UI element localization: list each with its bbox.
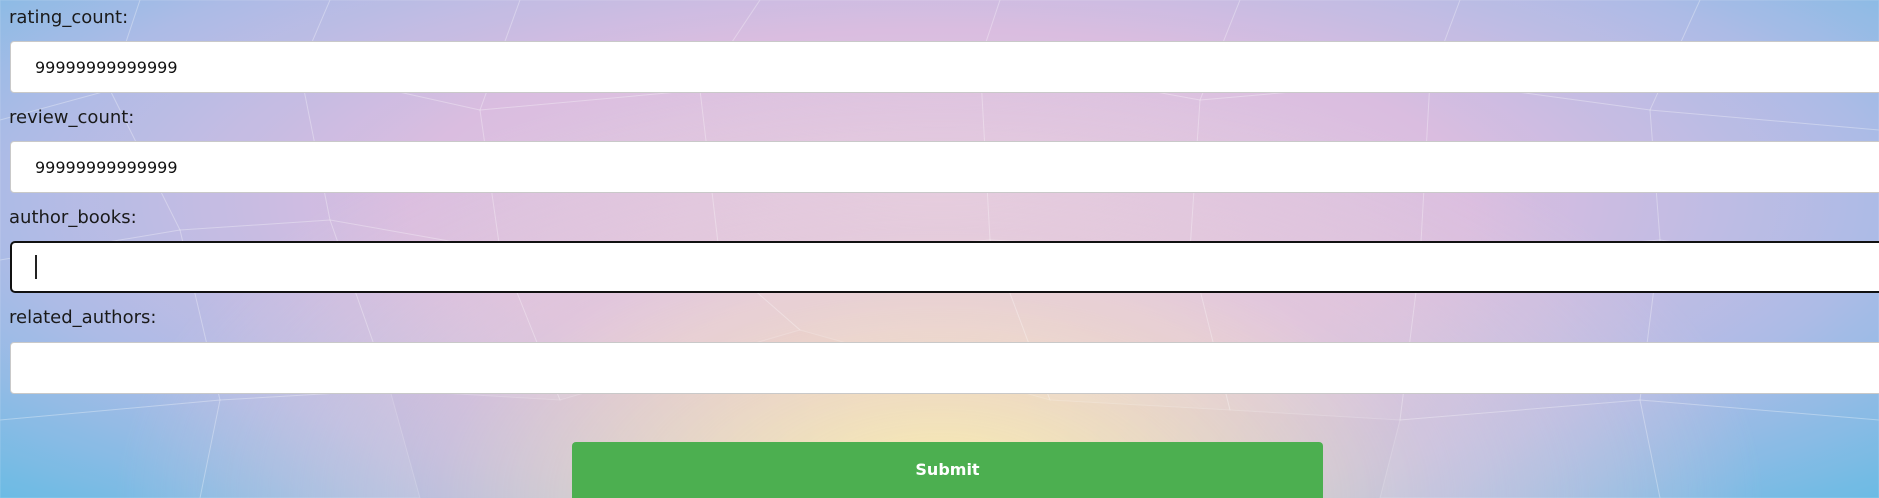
author-form: rating_count: review_count: author_books… xyxy=(0,0,1879,498)
related-authors-input[interactable] xyxy=(10,342,1879,394)
rating-count-label: rating_count: xyxy=(9,7,129,28)
review-count-input[interactable] xyxy=(10,141,1879,193)
related-authors-label: related_authors: xyxy=(9,307,157,328)
author-books-input[interactable] xyxy=(10,241,1879,293)
rating-count-input[interactable] xyxy=(10,41,1879,93)
text-caret xyxy=(35,255,37,279)
author-books-label: author_books: xyxy=(9,207,137,228)
review-count-label: review_count: xyxy=(9,107,135,128)
submit-button[interactable]: Submit xyxy=(572,442,1323,498)
